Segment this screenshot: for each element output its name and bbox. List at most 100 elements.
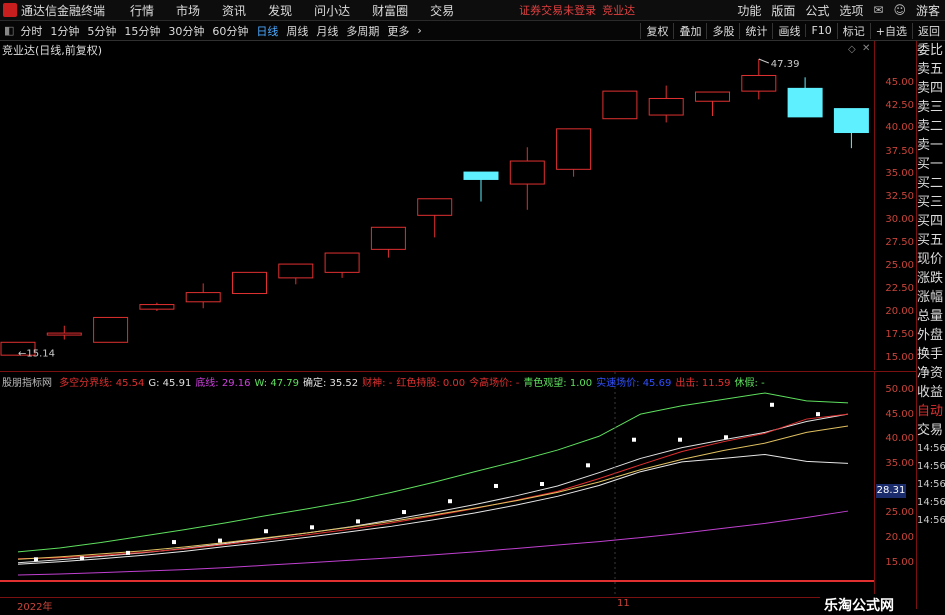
diamond-icon[interactable]: ◇ <box>848 44 856 55</box>
side-outer[interactable]: 外盘 <box>917 326 945 345</box>
indicator-marker <box>586 463 590 468</box>
user-icon[interactable]: ☺ <box>893 3 906 17</box>
menu-item-hangqing[interactable]: 行情 <box>130 2 154 19</box>
period-15min[interactable]: 15分钟 <box>124 23 160 39</box>
side-auto[interactable]: 自动 <box>917 402 945 421</box>
period-monthly[interactable]: 月线 <box>316 23 338 39</box>
side-mai3[interactable]: 卖三 <box>917 98 945 117</box>
side-change-pct[interactable]: 涨幅 <box>917 288 945 307</box>
indicator-marker <box>126 550 130 555</box>
candle-body <box>93 316 129 343</box>
price-tick: 30.00 <box>885 214 914 225</box>
indicator-marker <box>264 529 268 534</box>
quote-sidebar: 委比 卖五 卖四 卖三 卖二 卖一 买一 买二 买三 买四 买五 现价 涨跌 涨… <box>916 41 945 609</box>
indicator-marker <box>448 499 452 504</box>
side-buy3[interactable]: 买三 <box>917 193 945 212</box>
indicator-marker <box>724 435 728 440</box>
menu-item-zixun[interactable]: 资讯 <box>222 2 246 19</box>
menu-gongneng[interactable]: 功能 <box>737 2 761 19</box>
time-tick: 14:56 <box>917 515 945 526</box>
ind-tick: 15.00 <box>885 557 914 568</box>
price-tick: 40.00 <box>885 122 914 133</box>
side-mai4[interactable]: 卖四 <box>917 79 945 98</box>
chevron-right-icon[interactable]: › <box>417 24 421 37</box>
menu-item-jiaoyi[interactable]: 交易 <box>430 2 454 19</box>
side-buy4[interactable]: 买四 <box>917 212 945 231</box>
price-tick: 27.50 <box>885 237 914 248</box>
period-multi[interactable]: 多周期 <box>346 23 379 39</box>
side-buy2[interactable]: 买二 <box>917 174 945 193</box>
candle-body <box>833 108 869 134</box>
btn-fanhui[interactable]: 返回 <box>912 22 945 39</box>
period-30min[interactable]: 30分钟 <box>168 23 204 39</box>
btn-fuquan[interactable]: 复权 <box>640 22 673 39</box>
candle-body <box>232 271 267 295</box>
btn-f10[interactable]: F10 <box>805 24 836 37</box>
indicator-marker <box>816 412 820 417</box>
toolbar-right: 复权 叠加 多股 统计 画线 F10 标记 +自选 返回 <box>640 21 945 40</box>
indicator-line-R <box>17 413 849 560</box>
date-label-start: 2022年 <box>17 602 53 613</box>
btn-zixuan[interactable]: +自选 <box>869 22 912 39</box>
side-price[interactable]: 现价 <box>917 250 945 269</box>
current-value-badge: 28.31 <box>876 484 906 498</box>
menu-item-wenxiaoda[interactable]: 问小达 <box>314 2 350 19</box>
candle-body <box>648 97 684 116</box>
menu-xuanxiang[interactable]: 选项 <box>839 2 863 19</box>
menu-banmian[interactable]: 版面 <box>771 2 795 19</box>
candle-body <box>185 292 221 303</box>
time-tick: 14:56 <box>917 443 945 454</box>
side-trade[interactable]: 交易 <box>917 421 945 440</box>
menu-item-shichang[interactable]: 市场 <box>176 2 200 19</box>
candle-body <box>787 87 823 118</box>
period-1min[interactable]: 1分钟 <box>50 23 79 39</box>
ind-tick: 40.00 <box>885 433 914 444</box>
candle-body <box>695 91 730 102</box>
side-mai2[interactable]: 卖二 <box>917 117 945 136</box>
price-low-label: ←15.14 <box>18 349 55 360</box>
period-toolbar: ◧ 分时 1分钟 5分钟 15分钟 30分钟 60分钟 日线 周线 月线 多周期… <box>0 21 945 41</box>
guest-label[interactable]: 游客 <box>916 2 940 19</box>
price-axis: 45.00 42.50 40.00 37.50 35.00 32.50 30.0… <box>874 41 917 370</box>
candle-body <box>46 332 82 336</box>
side-earnings[interactable]: 收益 <box>917 383 945 402</box>
period-5min[interactable]: 5分钟 <box>87 23 116 39</box>
price-high-label: 47.39 <box>771 59 800 70</box>
side-volume[interactable]: 总量 <box>917 307 945 326</box>
candle-body <box>139 304 175 310</box>
side-change[interactable]: 涨跌 <box>917 269 945 288</box>
candle-body <box>556 128 592 170</box>
collapse-icon[interactable]: ◧ <box>4 24 14 37</box>
close-icon[interactable]: ✕ <box>862 43 870 54</box>
side-buy5[interactable]: 买五 <box>917 231 945 250</box>
btn-duogu[interactable]: 多股 <box>706 22 739 39</box>
menu-item-caifuquan[interactable]: 财富圈 <box>372 2 408 19</box>
price-tick: 32.50 <box>885 191 914 202</box>
side-netasset[interactable]: 净资 <box>917 364 945 383</box>
side-weibi[interactable]: 委比 <box>917 41 945 60</box>
btn-biaoji[interactable]: 标记 <box>836 22 870 39</box>
side-turnover[interactable]: 换手 <box>917 345 945 364</box>
stock-name-notice: 竞业达 <box>602 4 636 17</box>
period-60min[interactable]: 60分钟 <box>212 23 248 39</box>
indicator-marker <box>494 483 498 488</box>
menu-bar: 通达信金融终端 行情 市场 资讯 发现 问小达 财富圈 交易 证券交易未登录 竞… <box>0 0 945 21</box>
side-buy1[interactable]: 买一 <box>917 155 945 174</box>
candlestick-chart[interactable]: 47.39 ←15.14 <box>0 41 874 371</box>
indicator-chart[interactable] <box>0 372 874 597</box>
app-logo-icon <box>3 3 17 17</box>
btn-diejia[interactable]: 叠加 <box>673 22 706 39</box>
mail-icon[interactable]: ✉ <box>873 3 883 17</box>
period-daily[interactable]: 日线 <box>256 23 278 39</box>
period-weekly[interactable]: 周线 <box>286 23 308 39</box>
menu-item-faxian[interactable]: 发现 <box>268 2 292 19</box>
btn-tongji[interactable]: 统计 <box>739 22 772 39</box>
side-mai1[interactable]: 卖一 <box>917 136 945 155</box>
period-more[interactable]: 更多 <box>387 23 409 39</box>
menu-gongshi[interactable]: 公式 <box>805 2 829 19</box>
period-fenshi[interactable]: 分时 <box>20 23 42 39</box>
login-notice[interactable]: 证券交易未登录 <box>519 2 596 18</box>
btn-huaxian[interactable]: 画线 <box>772 22 805 39</box>
price-tick: 15.00 <box>885 352 914 363</box>
side-mai5[interactable]: 卖五 <box>917 60 945 79</box>
